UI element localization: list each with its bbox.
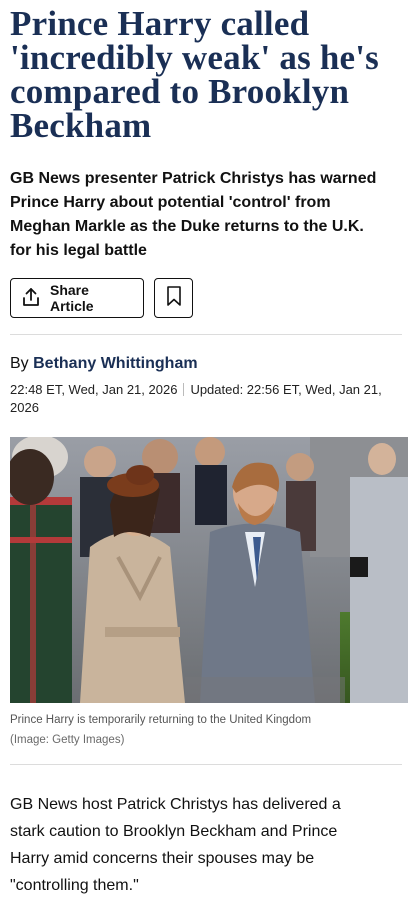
standfirst: GB News presenter Patrick Christys has w… (10, 167, 402, 263)
body-line: Harry amid concerns their spouses may be (10, 850, 315, 867)
share-article-button[interactable]: Share Article (10, 278, 144, 318)
photo-caption: Prince Harry is temporarily returning to… (10, 710, 402, 750)
divider (10, 764, 402, 765)
date-separator (183, 383, 185, 396)
author-link[interactable]: Bethany Whittingham (33, 355, 197, 372)
headline-line: compared to Brooklyn (10, 72, 350, 111)
caption-text: Prince Harry is temporarily returning to… (10, 714, 312, 726)
byline: By Bethany Whittingham (10, 355, 402, 373)
standfirst-line: GB News presenter Patrick Christys has w… (10, 170, 377, 187)
headline-line: 'incredibly weak' as he's (10, 38, 379, 77)
article-actions: Share Article (10, 278, 402, 318)
share-article-label: Share Article (50, 282, 94, 314)
headline: Prince Harry called 'incredibly weak' as… (10, 0, 402, 143)
share-icon (20, 286, 42, 311)
standfirst-line: Prince Harry about potential 'control' f… (10, 194, 331, 211)
divider (10, 334, 402, 335)
body-line: "controlling them." (10, 877, 139, 894)
article-photo[interactable] (10, 437, 408, 703)
article-dates: 22:48 ET, Wed, Jan 21, 2026 Updated: 22:5… (10, 381, 402, 417)
headline-line: Prince Harry called (10, 4, 310, 43)
published-date: 22:48 ET, Wed, Jan 21, 2026 (10, 382, 178, 397)
article-page: Prince Harry called 'incredibly weak' as… (0, 0, 412, 899)
byline-prefix: By (10, 355, 29, 372)
photo-illustration (10, 437, 408, 703)
photo-credit: (Image: Getty Images) (10, 734, 125, 746)
standfirst-line: for his legal battle (10, 242, 147, 259)
article-body-paragraph: GB News host Patrick Christys has delive… (10, 791, 402, 899)
standfirst-line: Meghan Markle as the Duke returns to the… (10, 218, 364, 235)
updated-date-cont: 2026 (10, 400, 39, 415)
updated-date: Updated: 22:56 ET, Wed, Jan 21, (190, 382, 382, 397)
body-line: stark caution to Brooklyn Beckham and Pr… (10, 823, 338, 840)
body-line: GB News host Patrick Christys has delive… (10, 796, 341, 813)
headline-line: Beckham (10, 106, 152, 145)
bookmark-icon (166, 285, 182, 312)
bookmark-button[interactable] (154, 278, 193, 318)
